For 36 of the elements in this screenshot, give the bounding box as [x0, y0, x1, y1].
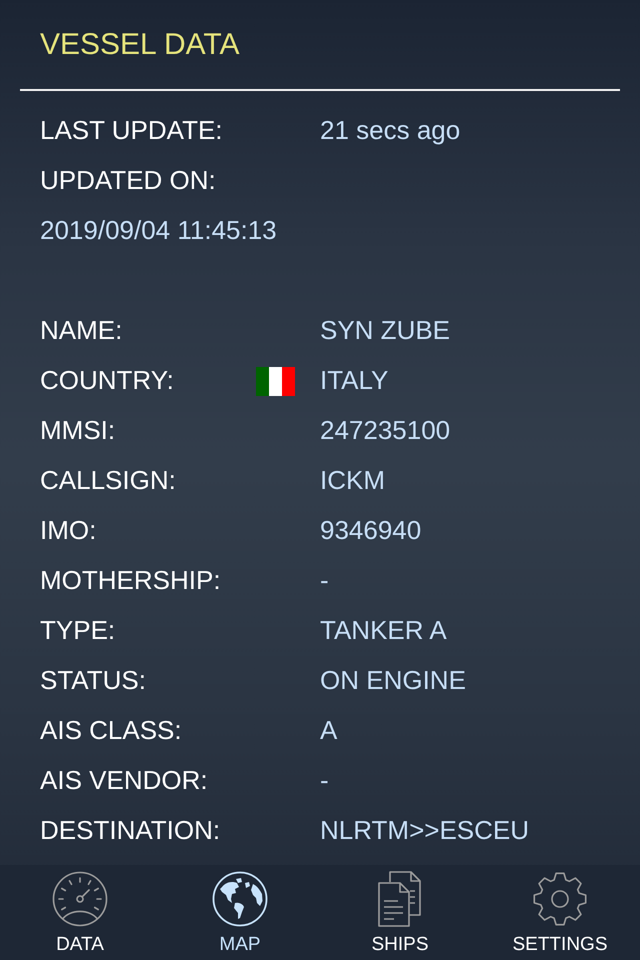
- tab[interactable]: SHIPS: [320, 865, 480, 960]
- field-label: NAME:: [40, 315, 124, 347]
- field-label: COUNTRY:: [40, 365, 175, 397]
- field-label: MOTHERSHIP:: [40, 565, 222, 597]
- documents-icon: [378, 871, 422, 927]
- tab[interactable]: SETTINGS: [480, 865, 640, 960]
- field-value: 9346940: [320, 515, 422, 547]
- timestamp: 2019/09/04 11:45:13: [40, 215, 278, 247]
- field-value: SYN ZUBE: [320, 315, 452, 347]
- field-value: ITALY: [320, 365, 390, 397]
- field-label: STATUS:: [40, 665, 147, 697]
- tab[interactable]: DATA: [0, 865, 160, 960]
- field-value: 21 secs ago: [320, 115, 462, 147]
- field-value: -: [320, 765, 330, 797]
- field-value: ON ENGINE: [320, 665, 467, 697]
- flag-icon: [256, 366, 295, 396]
- field-value: A: [320, 715, 338, 747]
- field-label: TYPE:: [40, 615, 116, 647]
- field-label: IMO:: [40, 515, 98, 547]
- field-value: TANKER A: [320, 615, 448, 647]
- tab[interactable]: MAP: [160, 865, 320, 960]
- field-label: DESTINATION:: [40, 815, 222, 847]
- gauge-icon: [52, 871, 108, 927]
- screen-title: VESSEL DATA: [40, 26, 240, 62]
- field-label: UPDATED ON:: [40, 165, 217, 197]
- settings-icon: [532, 871, 588, 927]
- field-value: NLRTM>>ESCEU: [320, 815, 530, 847]
- field-label: AIS CLASS:: [40, 715, 183, 747]
- field-label: AIS VENDOR:: [40, 765, 209, 797]
- field-value: 247235100: [320, 415, 452, 447]
- globe-icon: [212, 871, 268, 927]
- field-label: LAST UPDATE:: [40, 115, 224, 147]
- field-label: CALLSIGN:: [40, 465, 177, 497]
- field-value: -: [320, 565, 330, 597]
- field-label: MMSI:: [40, 415, 116, 447]
- field-value: ICKM: [320, 465, 386, 497]
